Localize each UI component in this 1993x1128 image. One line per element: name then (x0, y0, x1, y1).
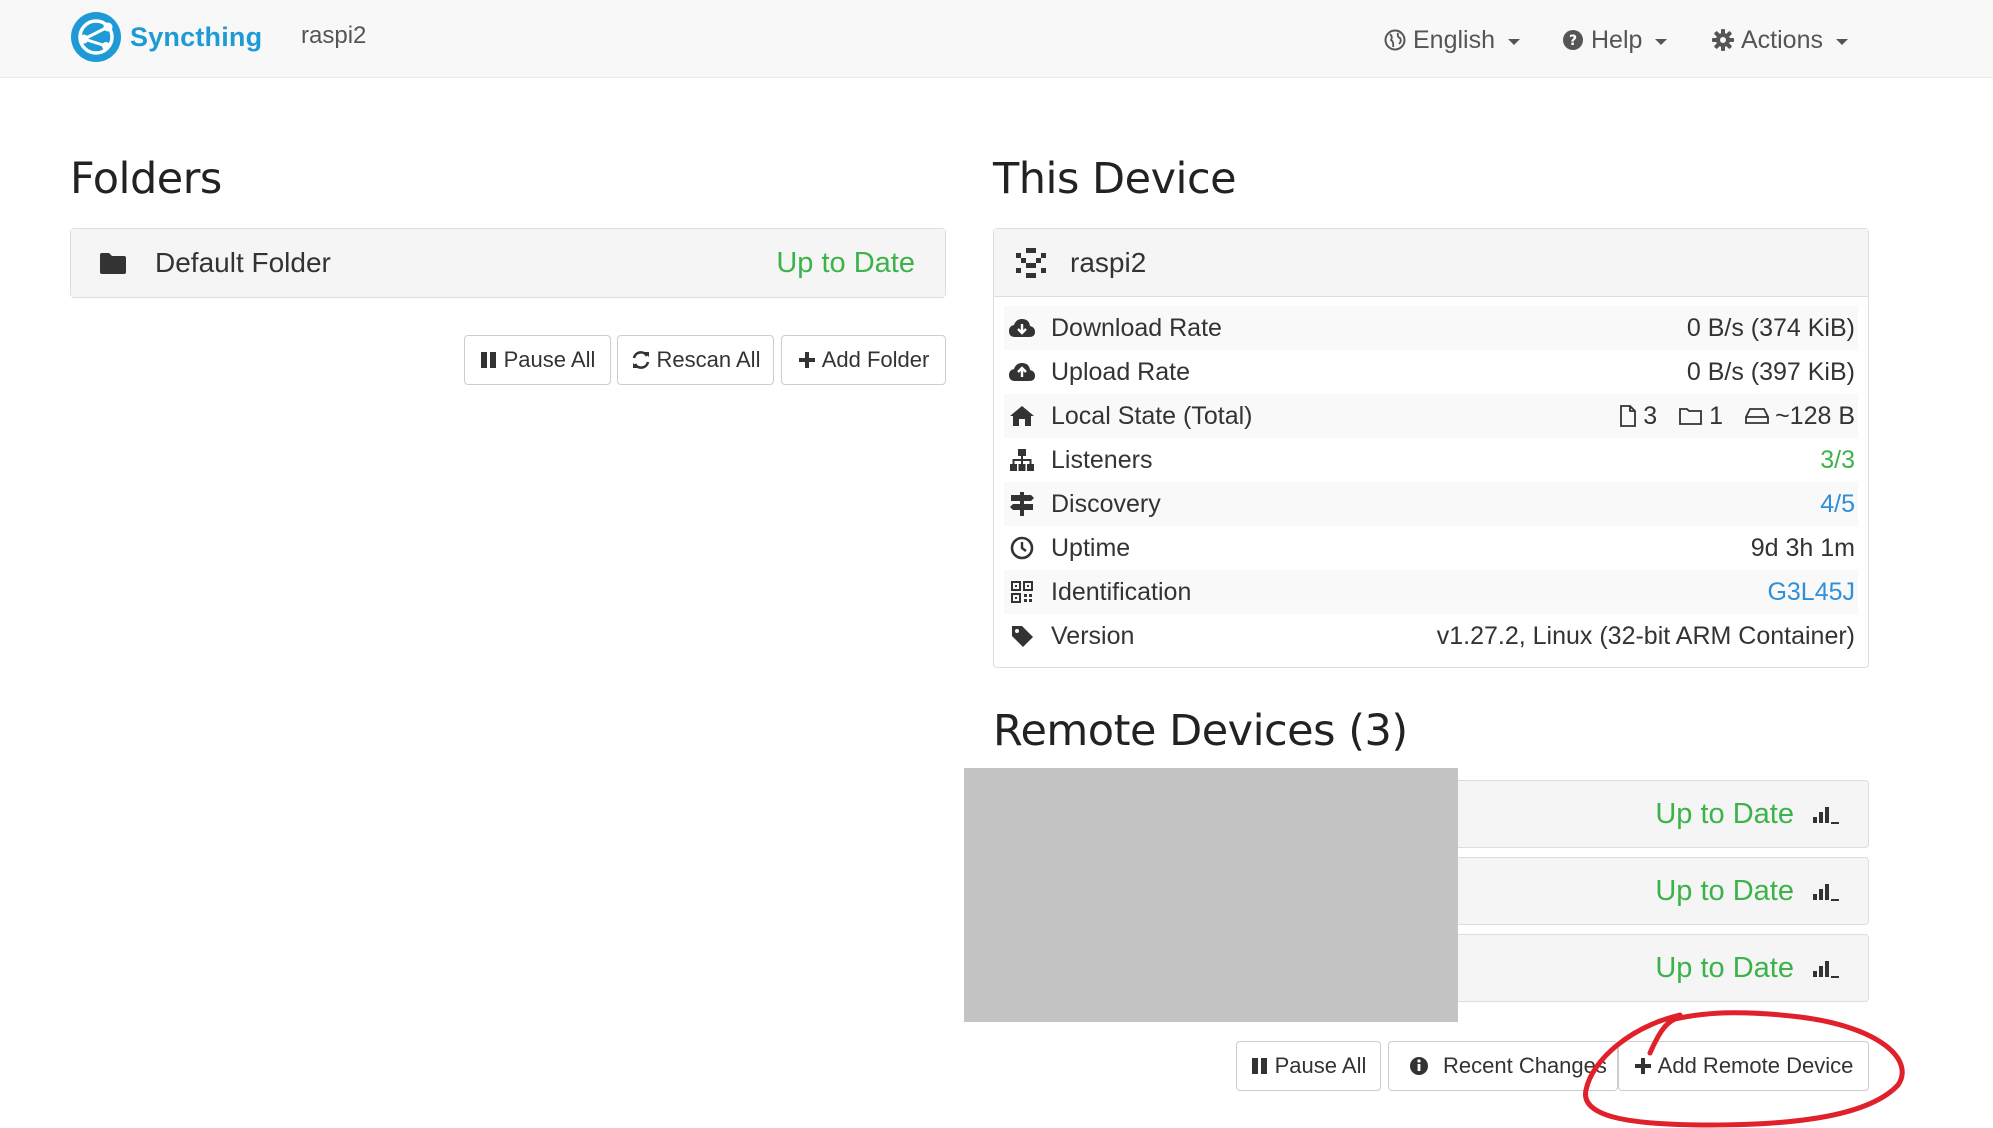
add-remote-device-label: Add Remote Device (1657, 1053, 1854, 1078)
signal-bars-icon (1813, 807, 1839, 824)
local-files-count: 3 (1643, 401, 1658, 430)
remote-device-panel[interactable]: Up to Date (1395, 934, 1869, 1002)
hard-drive-icon (1745, 408, 1769, 424)
uptime-value: 9d 3h 1m (1750, 533, 1855, 562)
device-identicon-icon (1016, 247, 1046, 278)
pause-all-folders-button[interactable]: Pause All (464, 335, 611, 385)
this-device-heading[interactable]: raspi2 (994, 229, 1868, 297)
stat-row-listeners: Listeners 3/3 (1004, 438, 1858, 482)
discovery-value[interactable]: 4/5 (1820, 490, 1855, 519)
sitemap-icon (1007, 447, 1037, 473)
folder-name: Default Folder (155, 247, 331, 278)
chevron-down-icon (1835, 38, 1848, 45)
help-menu[interactable]: ? Help (1562, 20, 1668, 60)
remote-device-status: Up to Date (1655, 951, 1794, 984)
stat-row-identification: Identification G3L45J (1004, 570, 1858, 614)
plus-icon (1634, 1058, 1651, 1074)
stat-row-discovery: Discovery 4/5 (1004, 482, 1858, 526)
device-stats-table: Download Rate 0 B/s (374 KiB) Upload Rat… (1004, 306, 1858, 658)
actions-menu[interactable]: Actions (1712, 20, 1848, 60)
stat-row-version: Version v1.27.2, Linux (32-bit ARM Conta… (1004, 614, 1858, 658)
clock-icon (1007, 535, 1037, 561)
version-value: v1.27.2, Linux (32-bit ARM Container) (1436, 621, 1855, 650)
language-label: English (1413, 25, 1495, 54)
refresh-icon (632, 351, 649, 369)
signal-bars-icon (1813, 961, 1839, 978)
pause-icon (480, 352, 496, 368)
local-state-value: 3 1 ~128 B (1619, 402, 1855, 431)
cloud-upload-icon (1007, 359, 1037, 385)
upload-rate-value: 0 B/s (397 KiB) (1686, 357, 1855, 386)
chevron-down-icon (1655, 38, 1668, 45)
cloud-download-icon (1007, 315, 1037, 341)
info-circle-icon (1410, 1057, 1428, 1075)
pause-all-label: Pause All (1274, 1053, 1367, 1078)
plus-icon (798, 352, 815, 368)
folders-title: Folders (70, 154, 222, 204)
pause-icon (1251, 1058, 1267, 1074)
upload-rate-label: Upload Rate (1051, 357, 1190, 386)
recent-changes-button[interactable]: Recent Changes (1388, 1041, 1618, 1091)
local-size: ~128 B (1775, 401, 1855, 430)
local-state-label: Local State (Total) (1051, 401, 1253, 430)
version-label: Version (1051, 621, 1135, 650)
folder-status: Up to Date (776, 246, 915, 279)
redacted-area (964, 768, 1458, 1022)
recent-changes-label: Recent Changes (1443, 1053, 1607, 1078)
discovery-label: Discovery (1051, 489, 1161, 518)
this-device-title: This Device (993, 154, 1237, 204)
stat-row-local-state: Local State (Total) 3 1 ~128 B (1004, 394, 1858, 438)
add-folder-button[interactable]: Add Folder (781, 335, 946, 385)
local-dirs-count: 1 (1709, 401, 1724, 430)
remote-device-status: Up to Date (1655, 797, 1794, 830)
this-device-name: raspi2 (1070, 246, 1147, 278)
home-icon (1007, 403, 1037, 429)
stat-row-uptime: Uptime 9d 3h 1m (1004, 526, 1858, 570)
add-remote-device-button[interactable]: Add Remote Device (1618, 1041, 1869, 1091)
navbar: Syncthing raspi2 English ? Help Actions (0, 0, 1993, 78)
remote-devices-title: Remote Devices (3) (993, 706, 1408, 756)
brand-name: Syncthing (130, 21, 263, 52)
globe-icon (1384, 29, 1406, 51)
rescan-all-button[interactable]: Rescan All (617, 335, 774, 385)
folder-panel-default[interactable]: Default Folder Up to Date (70, 228, 946, 298)
signpost-icon (1007, 491, 1037, 517)
svg-text:?: ? (1569, 33, 1577, 49)
listeners-label: Listeners (1051, 445, 1153, 474)
listeners-value[interactable]: 3/3 (1820, 446, 1855, 475)
help-label: Help (1591, 25, 1643, 54)
pause-all-devices-button[interactable]: Pause All (1236, 1041, 1381, 1091)
remote-device-panel[interactable]: Up to Date (1395, 857, 1869, 925)
stat-row-download-rate: Download Rate 0 B/s (374 KiB) (1004, 306, 1858, 350)
navbar-device-name: raspi2 (301, 22, 367, 49)
syncthing-logo-icon (71, 12, 121, 62)
qrcode-icon (1007, 579, 1037, 605)
stat-row-upload-rate: Upload Rate 0 B/s (397 KiB) (1004, 350, 1858, 394)
identification-value[interactable]: G3L45J (1767, 578, 1855, 607)
add-folder-label: Add Folder (821, 347, 930, 372)
folder-icon (100, 253, 126, 274)
tag-icon (1007, 623, 1037, 649)
question-circle-icon: ? (1563, 30, 1583, 50)
download-rate-value: 0 B/s (374 KiB) (1686, 313, 1855, 342)
gear-icon (1712, 29, 1734, 51)
language-menu[interactable]: English (1384, 20, 1520, 60)
pause-all-label: Pause All (503, 347, 596, 372)
remote-device-status: Up to Date (1655, 874, 1794, 907)
folder-heading[interactable]: Default Folder Up to Date (71, 229, 945, 297)
identification-label: Identification (1051, 577, 1192, 606)
brand-link[interactable]: Syncthing (70, 11, 262, 63)
actions-label: Actions (1741, 25, 1823, 54)
this-device-panel: raspi2 Download Rate 0 B/s (374 KiB) Upl… (993, 228, 1869, 668)
rescan-all-label: Rescan All (656, 347, 761, 372)
signal-bars-icon (1813, 884, 1839, 901)
folder-open-icon (1679, 408, 1703, 425)
remote-device-panel[interactable]: Up to Date (1395, 780, 1869, 848)
chevron-down-icon (1508, 38, 1520, 45)
uptime-label: Uptime (1051, 533, 1131, 562)
download-rate-label: Download Rate (1051, 313, 1222, 342)
file-icon (1620, 405, 1637, 427)
